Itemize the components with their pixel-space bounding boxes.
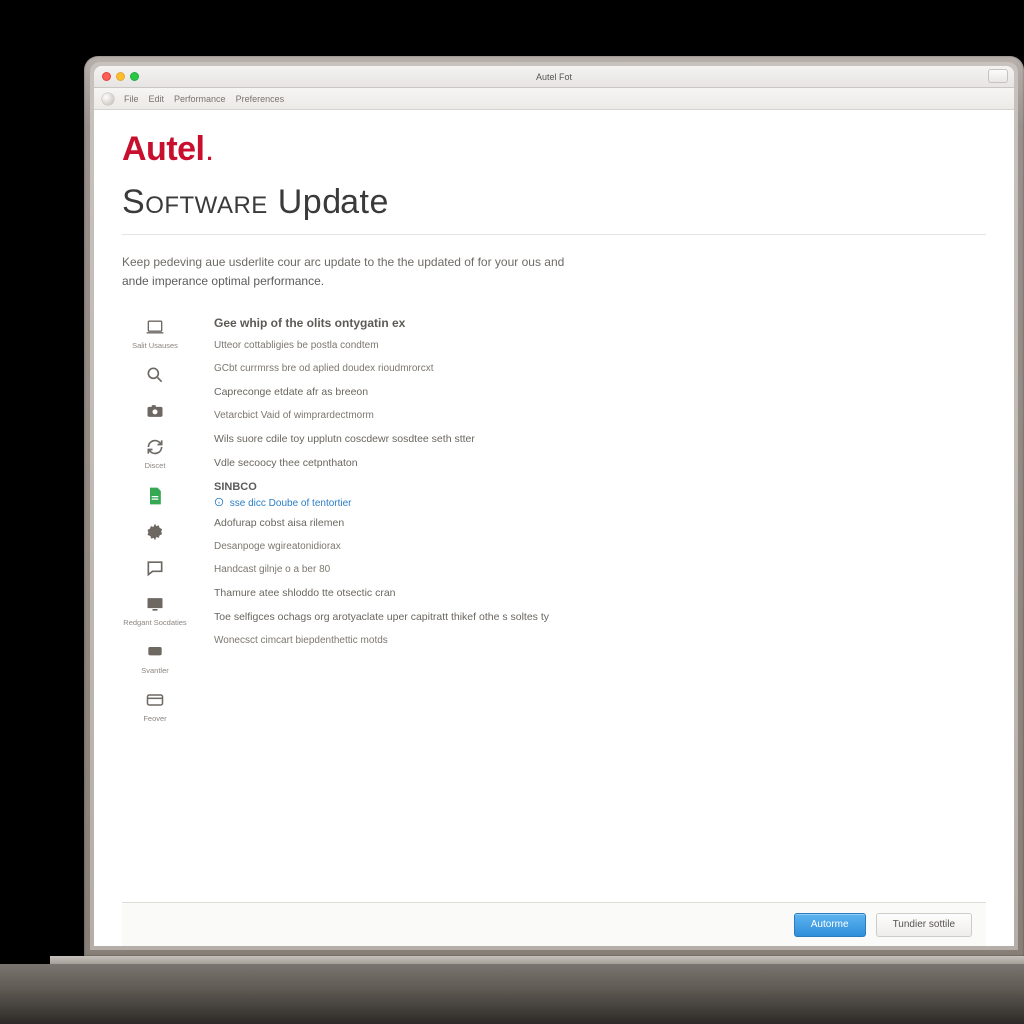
detail-line: Vdle secoocy thee cetpnthaton: [214, 457, 976, 469]
detail-link-text: sse dicc Doube of tentortier: [230, 498, 352, 509]
titlebar: Autel Fot: [94, 66, 1014, 88]
sidebar-item-relevant[interactable]: Redgant Socdaties: [123, 593, 186, 627]
message-icon: [144, 641, 166, 663]
detail-panel: Gee whip of the olits ontygatin ex Utteo…: [214, 316, 986, 902]
detail-line: Adofurap cobst aisa rilemen: [214, 517, 976, 529]
page-title: Software Update: [122, 183, 986, 222]
content-area: Autel. Software Update Keep pedeving aue…: [94, 110, 1014, 946]
detail-line: Desanpoge wgireatonidiorax: [214, 541, 976, 552]
titlebar-right-button[interactable]: [988, 69, 1008, 83]
device-icon: [144, 316, 166, 338]
brand-dot-icon: .: [207, 140, 213, 166]
detail-line: Wils suore cdile toy upplutn coscdewr so…: [214, 433, 976, 445]
toolbar-item-performance[interactable]: Performance: [174, 94, 226, 104]
app-window: Autel Fot File Edit Performance Preferen…: [94, 66, 1014, 946]
sidebar-item-settings[interactable]: [144, 521, 166, 543]
toolbar-item-file[interactable]: File: [124, 94, 139, 104]
gear-icon: [144, 521, 166, 543]
toolbar-globe-icon[interactable]: [102, 93, 114, 105]
sidebar-item-label: Discet: [145, 462, 166, 470]
main-panel: Salit Usauses: [122, 316, 986, 902]
intro-line-1: Keep pedeving aue usderlite cour arc upd…: [122, 255, 564, 269]
laptop-frame: Autel Fot File Edit Performance Preferen…: [84, 56, 1024, 956]
camera-icon: [144, 400, 166, 422]
info-icon: [214, 497, 224, 507]
sidebar-item-docs[interactable]: [144, 485, 166, 507]
search-icon: [144, 364, 166, 386]
toolbar-item-edit[interactable]: Edit: [149, 94, 165, 104]
detail-heading: Gee whip of the olits ontygatin ex: [214, 316, 976, 330]
refresh-icon: [144, 436, 166, 458]
toolbar-item-preferences[interactable]: Preferences: [236, 94, 285, 104]
card-icon: [144, 689, 166, 711]
sidebar-item-camera[interactable]: [144, 400, 166, 422]
sidebar-item-label: Svantler: [141, 667, 169, 675]
detail-line: Wonecsct cimcart biepdenthettic motds: [214, 635, 976, 646]
minimize-icon[interactable]: [116, 72, 125, 81]
zoom-icon[interactable]: [130, 72, 139, 81]
detail-line: Toe selfigces ochags org arotyaclate upe…: [214, 611, 976, 623]
toolbar: File Edit Performance Preferences: [94, 88, 1014, 110]
window-title: Autel Fot: [536, 72, 572, 82]
monitor-icon: [144, 593, 166, 615]
detail-subheading: SINBCO: [214, 481, 976, 493]
document-icon: [144, 485, 166, 507]
sidebar-item-refresh[interactable]: Discet: [144, 436, 166, 470]
chat-icon: [144, 557, 166, 579]
close-icon[interactable]: [102, 72, 111, 81]
title-divider: [122, 234, 986, 235]
detail-line: Handcast gilnje o a ber 80: [214, 564, 976, 575]
laptop-base: [0, 964, 1024, 1024]
window-controls: [102, 72, 139, 81]
detail-line: Vetarcbict Vaid of wimprardectmorm: [214, 410, 976, 421]
sidebar-item-label: Redgant Socdaties: [123, 619, 186, 627]
sidebar-item-search[interactable]: [144, 364, 166, 386]
detail-line: Thamure atee shloddo tte otsectic cran: [214, 587, 976, 599]
footer-bar: Autorme Tundier sottile: [122, 902, 986, 946]
primary-action-button[interactable]: Autorme: [794, 913, 866, 937]
detail-line: Utteor cottabligies be postla condtem: [214, 340, 976, 351]
sidebar: Salit Usauses: [122, 316, 188, 902]
brand-logo: Autel.: [122, 130, 986, 169]
sidebar-item-scanner[interactable]: Svantler: [141, 641, 169, 675]
sidebar-item-label: Feover: [143, 715, 166, 723]
sidebar-item-label: Salit Usauses: [132, 342, 178, 350]
screen-bezel: Autel Fot File Edit Performance Preferen…: [90, 62, 1018, 950]
detail-link[interactable]: sse dicc Doube of tentortier: [214, 497, 976, 509]
sidebar-item-feover[interactable]: Feover: [143, 689, 166, 723]
sidebar-item-devices[interactable]: Salit Usauses: [132, 316, 178, 350]
secondary-action-button[interactable]: Tundier sottile: [876, 913, 972, 937]
detail-line: GCbt currmrss bre od aplied doudex rioud…: [214, 363, 976, 374]
intro-line-2: ande imperance optimal performance.: [122, 274, 324, 288]
detail-line: Capreconge etdate afr as breeon: [214, 386, 976, 398]
brand-text: Autel: [122, 130, 205, 169]
sidebar-item-chat[interactable]: [144, 557, 166, 579]
intro-text: Keep pedeving aue usderlite cour arc upd…: [122, 253, 682, 290]
